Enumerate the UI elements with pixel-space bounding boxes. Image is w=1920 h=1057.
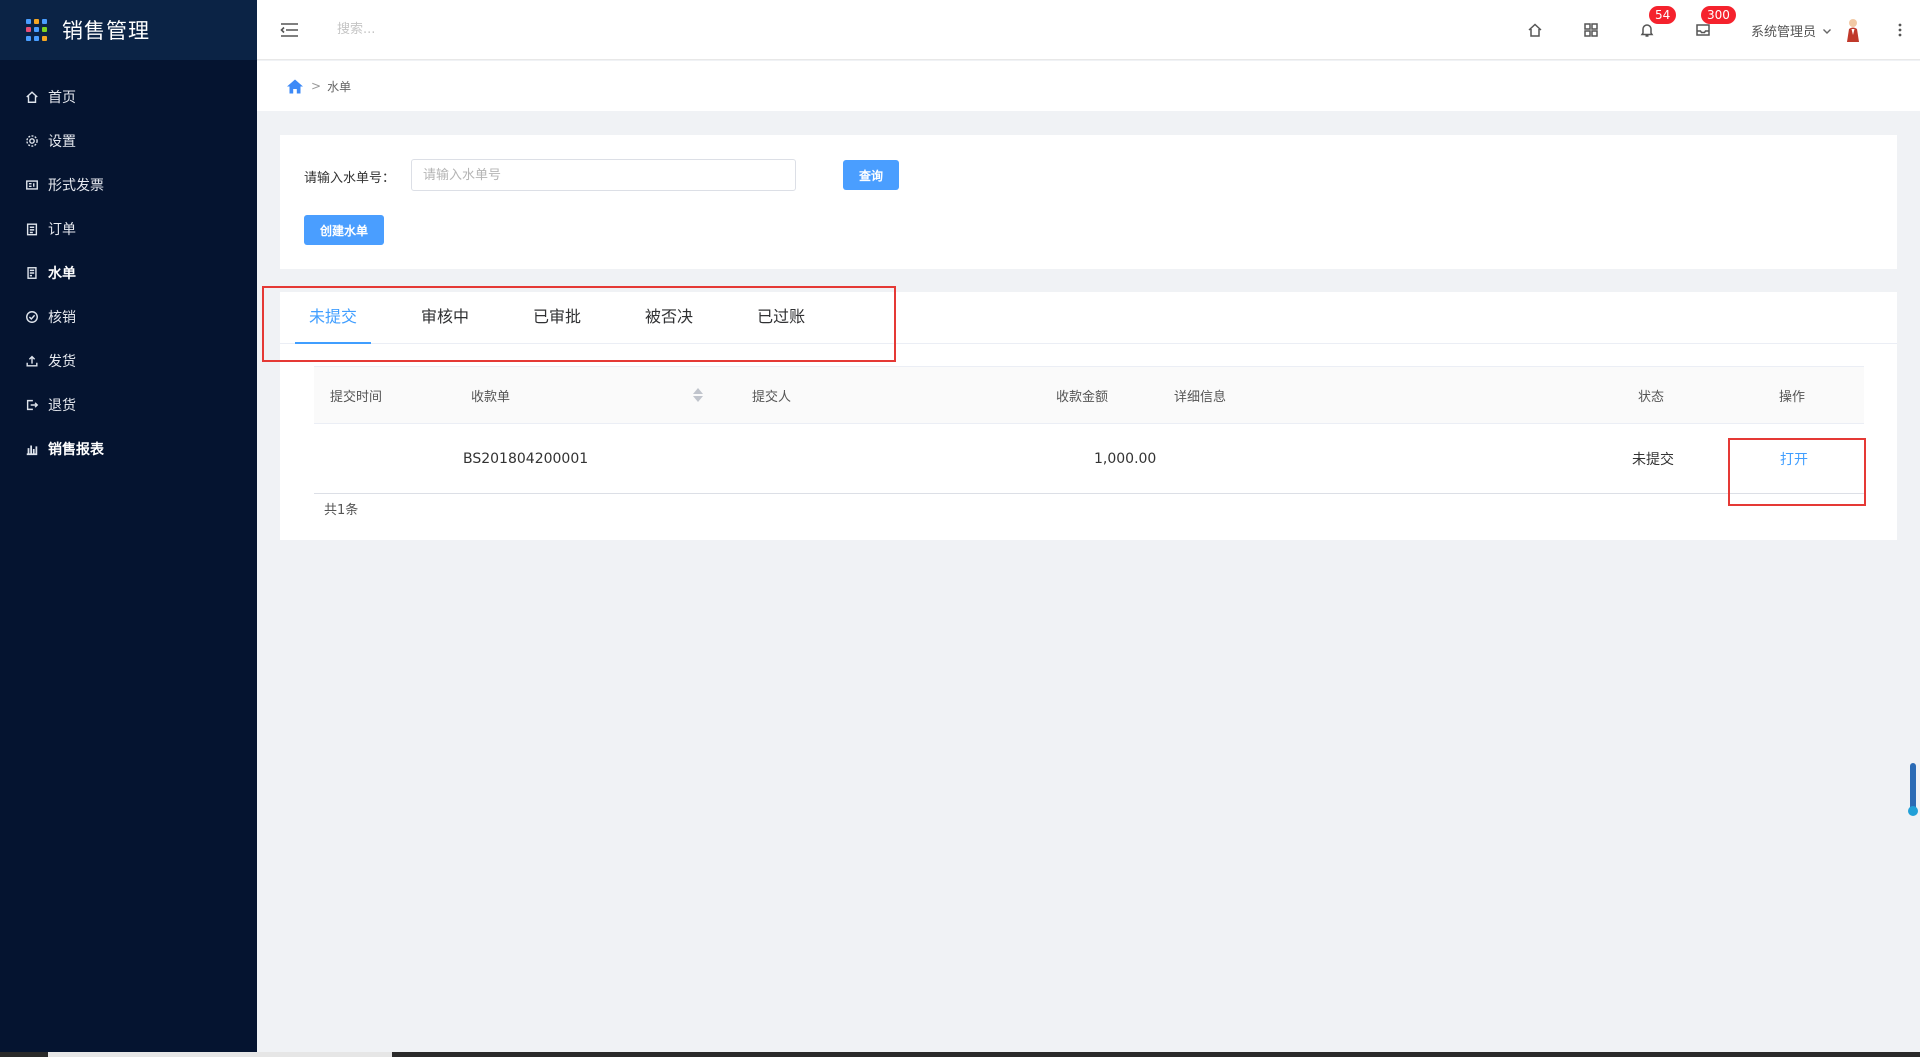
sidebar-item-label: 首页: [48, 90, 76, 106]
sidebar-item-label: 退货: [48, 398, 76, 414]
grid-icon: [1584, 23, 1598, 37]
bar-chart-icon: [24, 441, 40, 457]
upload-icon: [24, 353, 40, 369]
sidebar-item-shipping[interactable]: 发货: [0, 339, 257, 383]
breadcrumb: > 水单: [257, 61, 1920, 111]
home-button[interactable]: [1507, 0, 1563, 60]
top-header: 54 300 系统管理员: [257, 0, 1920, 60]
sidebar-item-write-off[interactable]: 核销: [0, 295, 257, 339]
bank-slip-list-panel: 未提交 审核中 已审批 被否决 已过账 提交时间 收款单 提交人 收款金额 详细…: [280, 292, 1897, 540]
bank-slip-number-input[interactable]: [411, 159, 796, 191]
notifications-badge: 54: [1648, 6, 1677, 24]
sidebar-item-label: 形式发票: [48, 178, 104, 194]
user-menu[interactable]: 系统管理员: [1751, 17, 1864, 43]
column-header-receipt[interactable]: 收款单: [471, 367, 704, 423]
column-header-amount[interactable]: 收款金额: [1056, 367, 1108, 423]
sidebar-item-settings[interactable]: 设置: [0, 119, 257, 163]
home-icon[interactable]: [287, 79, 303, 94]
sidebar-item-proforma-invoice[interactable]: 形式发票: [0, 163, 257, 207]
home-icon: [24, 89, 40, 105]
breadcrumb-separator: >: [311, 79, 322, 93]
create-bank-slip-button[interactable]: 创建水单: [304, 215, 384, 245]
query-panel: 请输入水单号： 查询 创建水单: [280, 135, 1897, 269]
breadcrumb-current: 水单: [327, 79, 352, 94]
inbox-icon: [1696, 24, 1710, 36]
apps-grid-icon: [26, 19, 48, 41]
check-circle-icon: [24, 309, 40, 325]
sidebar-item-label: 订单: [48, 222, 76, 238]
table-header: 提交时间 收款单 提交人 收款金额 详细信息 状态 操作: [314, 366, 1864, 424]
bank-slip-table: 提交时间 收款单 提交人 收款金额 详细信息 状态 操作 BS201804200…: [314, 366, 1864, 494]
sidebar-menu: 首页 设置 形式发票 订单 水单 核销 发货 退货 销售报表: [0, 60, 257, 471]
total-count: 共1条: [324, 503, 359, 518]
sidebar-item-label: 发货: [48, 354, 76, 370]
apps-button[interactable]: [1563, 0, 1619, 60]
gear-icon: [24, 133, 40, 149]
column-header-status[interactable]: 状态: [1638, 367, 1664, 423]
messages-badge: 300: [1700, 6, 1736, 24]
app-logo[interactable]: 销售管理: [0, 0, 257, 60]
sidebar: 销售管理 首页 设置 形式发票 订单 水单 核销 发货 退货 销售报表: [0, 0, 257, 1057]
sidebar-item-sales-report[interactable]: 销售报表: [0, 427, 257, 471]
cell-receipt: BS201804200001: [463, 450, 589, 467]
open-link[interactable]: 打开: [1780, 424, 1808, 493]
column-header-submitter[interactable]: 提交人: [752, 367, 791, 423]
tab-under-review[interactable]: 审核中: [407, 292, 483, 344]
tab-not-submitted[interactable]: 未提交: [295, 292, 372, 344]
sidebar-item-returns[interactable]: 退货: [0, 383, 257, 427]
column-header-submit-time[interactable]: 提交时间: [330, 367, 382, 423]
search-button[interactable]: 查询: [843, 160, 899, 190]
chevron-down-icon: [1822, 25, 1832, 35]
sidebar-item-label: 核销: [48, 310, 76, 326]
bank-slip-number-label: 请输入水单号：: [304, 171, 396, 186]
notifications-button[interactable]: 54: [1619, 0, 1677, 60]
messages-button[interactable]: 300: [1675, 0, 1736, 60]
search-input[interactable]: [337, 14, 637, 45]
sidebar-item-bank-slip[interactable]: 水单: [0, 251, 257, 295]
tab-posted[interactable]: 已过账: [743, 292, 819, 344]
app-title: 销售管理: [62, 19, 150, 43]
tab-rejected[interactable]: 被否决: [631, 292, 707, 344]
sidebar-item-orders[interactable]: 订单: [0, 207, 257, 251]
sidebar-item-label: 水单: [48, 266, 76, 282]
avatar: [1847, 19, 1859, 42]
status-tabs: 未提交 审核中 已审批 被否决 已过账: [280, 292, 1897, 344]
scrollbar-knob[interactable]: [1908, 806, 1918, 816]
sidebar-item-home[interactable]: 首页: [0, 75, 257, 119]
column-header-action: 操作: [1779, 389, 1806, 405]
home-icon: [1528, 23, 1542, 37]
sort-icon[interactable]: [692, 386, 704, 404]
menu-toggle-icon[interactable]: [279, 20, 299, 40]
column-header-details[interactable]: 详细信息: [1174, 367, 1226, 423]
cell-status: 未提交: [1632, 451, 1674, 468]
cell-amount: 1,000.00: [1094, 450, 1157, 467]
document-icon: [24, 265, 40, 281]
header-actions: 54 300 系统管理员: [1507, 0, 1920, 60]
invoice-icon: [24, 177, 40, 193]
user-name: 系统管理员: [1750, 24, 1816, 40]
bottom-bar: [0, 1052, 1920, 1057]
sidebar-item-label: 销售报表: [48, 442, 104, 458]
more-options-icon[interactable]: [1880, 0, 1920, 60]
column-header-label: 收款单: [471, 389, 511, 405]
logout-icon: [24, 397, 40, 413]
tab-approved[interactable]: 已审批: [519, 292, 595, 344]
table-row: BS201804200001 1,000.00 未提交 打开: [314, 424, 1864, 494]
bell-icon: [1640, 24, 1654, 37]
sidebar-item-label: 设置: [48, 134, 76, 150]
clipboard-icon: [24, 221, 40, 237]
